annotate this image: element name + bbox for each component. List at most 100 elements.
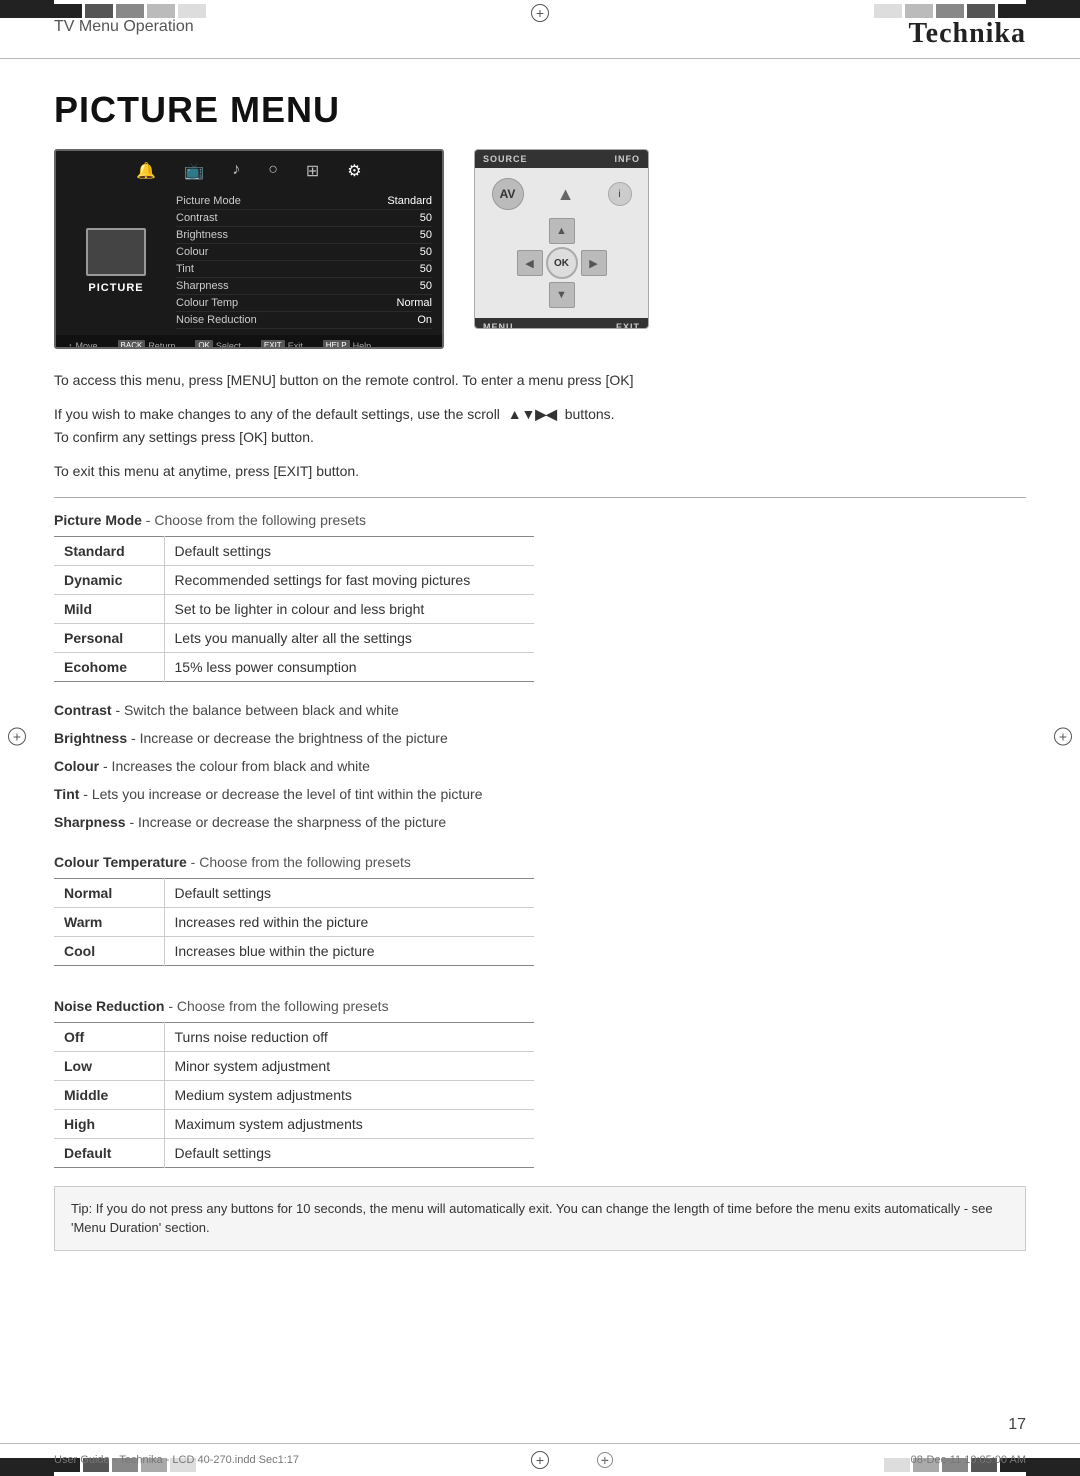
table-row: Ecohome 15% less power consumption [54,652,534,681]
back-btn: BACK [118,340,146,349]
table-cell-name: Ecohome [54,652,164,681]
tv-icon-circle: ○ [268,161,278,181]
help-btn: HELP [323,340,350,349]
tv-icon-music: ♪ [232,161,240,181]
tv-menu-row: Colour 50 [176,244,432,261]
tint-text: - Lets you increase or decrease the leve… [79,786,482,802]
colour-desc: Colour - Increases the colour from black… [54,756,1026,777]
table-row: Dynamic Recommended settings for fast mo… [54,565,534,594]
footer-return: BACK Return [118,340,176,349]
tv-icon-tv: 📺 [184,161,204,181]
table-row: Low Minor system adjustment [54,1051,534,1080]
tv-menu-left: PICTURE [66,193,166,329]
tv-menu-item-label: Brightness [176,229,228,241]
tv-menu-item-label: Sharpness [176,280,229,292]
footer-exit-label: Exit [288,341,303,350]
table-cell-name: High [54,1109,164,1138]
table-cell-desc: Lets you manually alter all the settings [164,623,534,652]
table-row: Cool Increases blue within the picture [54,936,534,965]
table-cell-name: Dynamic [54,565,164,594]
tint-desc: Tint - Lets you increase or decrease the… [54,784,1026,805]
remote-up-arrow[interactable]: ▲ [552,180,580,208]
sharpness-label: Sharpness [54,814,126,830]
picture-mode-section-label: Picture Mode - Choose from the following… [54,512,1026,528]
tv-menu-row: Sharpness 50 [176,278,432,295]
tv-menu-screenshot: 🔔 📺 ♪ ○ ⊞ ⚙ PICTURE Picture Mode Standar… [54,149,444,349]
page-footer: User Guide - Technika - LCD 40-270.indd … [0,1443,1080,1476]
exit-btn: EXIT [261,340,285,349]
colour-temp-label: Colour Temperature [54,854,187,870]
tv-menu-row: Contrast 50 [176,210,432,227]
remote-av-button[interactable]: AV [492,178,524,210]
remote-right-button[interactable]: ▶ [581,250,607,276]
move-icon: ↕ [68,341,73,350]
tint-label: Tint [54,786,79,802]
remote-info-label: INFO [615,154,641,164]
remote-ok-button[interactable]: OK [546,247,578,279]
table-cell-name: Cool [54,936,164,965]
table-row: High Maximum system adjustments [54,1109,534,1138]
tv-picture-box [86,228,146,276]
page-content: PICTURE MENU 🔔 📺 ♪ ○ ⊞ ⚙ PICTURE Picture [0,59,1080,1311]
colour-text: - Increases the colour from black and wh… [99,758,370,774]
table-row: Middle Medium system adjustments [54,1080,534,1109]
table-cell-desc: Set to be lighter in colour and less bri… [164,594,534,623]
table-cell-name: Off [54,1022,164,1051]
remote-left-button[interactable]: ◀ [517,250,543,276]
remote-body: AV ▲ i ▲ ▼ ◀ ▶ OK [475,168,648,318]
tv-menu-item-label: Noise Reduction [176,314,257,326]
noise-reduction-section-label: Noise Reduction - Choose from the follow… [54,998,1026,1014]
contrast-desc: Contrast - Switch the balance between bl… [54,700,1026,721]
tv-menu-item-value: On [417,314,432,326]
tv-menu-item-label: Tint [176,263,194,275]
remote-av-label: AV [500,187,516,201]
noise-reduction-table: Off Turns noise reduction off Low Minor … [54,1022,534,1168]
footer-move: ↕ Move [68,340,98,349]
remote-bottom-bar: MENU EXIT [475,318,648,329]
footer-help-label: Help [353,341,372,350]
table-cell-desc: Minor system adjustment [164,1051,534,1080]
table-row: Mild Set to be lighter in colour and les… [54,594,534,623]
footer-center-icon: + [597,1452,613,1468]
tv-menu-icons-bar: 🔔 📺 ♪ ○ ⊞ ⚙ [56,151,442,187]
colour-label: Colour [54,758,99,774]
table-row: Standard Default settings [54,536,534,565]
brightness-label: Brightness [54,730,127,746]
footer-return-label: Return [148,341,175,350]
remote-up-button[interactable]: ▲ [549,218,575,244]
tv-menu-item-label: Colour [176,246,208,258]
noise-reduction-suffix: - Choose from the following presets [164,998,388,1014]
contrast-text: - Switch the balance between black and w… [112,702,399,718]
tv-menu-row: Picture Mode Standard [176,193,432,210]
contrast-label: Contrast [54,702,112,718]
tip-text: Tip: If you do not press any buttons for… [71,1201,993,1236]
tv-menu-item-value: 50 [420,229,432,241]
table-cell-name: Personal [54,623,164,652]
table-cell-desc: Default settings [164,1138,534,1167]
top-corner-right [1026,0,1080,18]
remote-info-button[interactable]: i [608,182,632,206]
footer-help: HELP Help [323,340,371,349]
remote-top-row: AV ▲ i [485,178,638,210]
footer-exit: EXIT Exit [261,340,303,349]
table-row: Default Default settings [54,1138,534,1167]
intro-para3: To exit this menu at anytime, press [EXI… [54,460,1026,482]
top-corner-left [0,0,54,18]
tv-menu-right: Picture Mode Standard Contrast 50 Bright… [166,193,432,329]
remote-dpad: ▲ ▼ ◀ ▶ OK [517,218,607,308]
tv-menu-item-label: Contrast [176,212,218,224]
header-title: TV Menu Operation [54,18,194,36]
colour-temp-section-label: Colour Temperature - Choose from the fol… [54,854,1026,870]
remote-top-bar: SOURCE INFO [475,150,648,168]
table-row: Personal Lets you manually alter all the… [54,623,534,652]
remote-source-label: SOURCE [483,154,528,164]
remote-down-button[interactable]: ▼ [549,282,575,308]
tv-menu-item-value: Normal [397,297,432,309]
remote-info-btn-label: i [618,189,620,200]
table-cell-desc: Default settings [164,536,534,565]
tv-icon-gear: ⚙ [347,161,361,181]
tv-menu-row: Colour Temp Normal [176,295,432,312]
footer-select-label: Select [216,341,241,350]
table-cell-desc: Default settings [164,878,534,907]
table-cell-desc: 15% less power consumption [164,652,534,681]
